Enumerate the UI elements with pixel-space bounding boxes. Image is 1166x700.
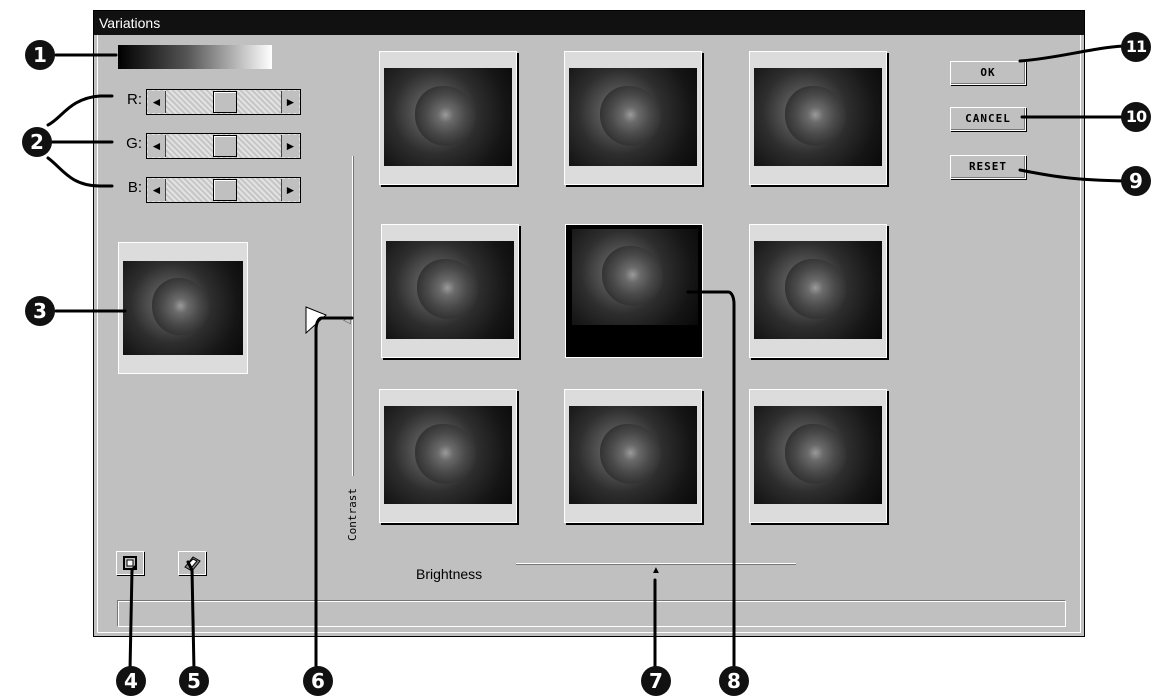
variation-thumb-1[interactable] [379, 51, 517, 185]
red-slider-right-arrow[interactable]: ► [281, 91, 299, 113]
blue-slider-thumb[interactable] [213, 179, 237, 201]
variation-thumb-7[interactable] [379, 389, 517, 523]
callout-3: 3 [25, 296, 55, 326]
window-title: Variations [94, 11, 1084, 35]
contrast-handle[interactable] [304, 305, 344, 335]
eraser-icon [184, 556, 201, 572]
window-icon [123, 556, 137, 570]
variation-thumb-8[interactable] [564, 389, 702, 523]
green-slider[interactable]: ◄ ► [146, 133, 301, 159]
contrast-label: Contrast [346, 488, 359, 541]
original-photo [123, 261, 243, 355]
cancel-button[interactable]: CANCEL [950, 107, 1026, 131]
green-slider-left-arrow[interactable]: ◄ [148, 135, 166, 157]
reset-button[interactable]: RESET [950, 155, 1026, 179]
channel-label-r: R: [127, 91, 142, 108]
channel-label-b: B: [127, 179, 142, 196]
blue-slider[interactable]: ◄ ► [146, 177, 301, 203]
callout-2: 2 [22, 127, 52, 157]
variation-thumb-4[interactable] [381, 224, 519, 358]
callout-6: 6 [303, 666, 333, 696]
variation-thumb-3[interactable] [749, 51, 887, 185]
status-bar [117, 600, 1066, 627]
blue-slider-right-arrow[interactable]: ► [281, 179, 299, 201]
blue-slider-left-arrow[interactable]: ◄ [148, 179, 166, 201]
callout-9: 9 [1121, 166, 1151, 196]
callout-1: 1 [25, 40, 55, 70]
callout-7: 7 [641, 666, 671, 696]
red-slider-thumb[interactable] [213, 91, 237, 113]
callout-10: 10 [1121, 102, 1151, 132]
original-preview [118, 242, 248, 374]
brightness-label: Brightness [416, 566, 483, 582]
window-tool-button[interactable] [116, 551, 144, 575]
channel-label-g: G: [126, 135, 142, 152]
variation-thumb-9[interactable] [749, 389, 887, 523]
variation-thumb-6[interactable] [749, 224, 887, 358]
contrast-marker-icon: ◁ [343, 315, 351, 326]
red-slider-left-arrow[interactable]: ◄ [148, 91, 166, 113]
eraser-tool-button[interactable] [178, 551, 206, 575]
tone-gradient-bar [118, 45, 272, 69]
contrast-slider-track[interactable] [352, 156, 354, 476]
variation-thumb-current[interactable] [565, 224, 703, 358]
variations-dialog: Variations R: ◄ ► G: ◄ ► B: ◄ ► ◁ Contra… [93, 10, 1085, 637]
callout-8: 8 [719, 666, 749, 696]
brightness-marker-icon[interactable]: ▲ [651, 565, 661, 576]
variation-thumb-2[interactable] [564, 51, 702, 185]
callout-5: 5 [179, 666, 209, 696]
callout-11: 11 [1121, 32, 1151, 62]
green-slider-thumb[interactable] [213, 135, 237, 157]
red-slider[interactable]: ◄ ► [146, 89, 301, 115]
green-slider-right-arrow[interactable]: ► [281, 135, 299, 157]
ok-button[interactable]: OK [950, 61, 1026, 85]
callout-4: 4 [116, 666, 146, 696]
